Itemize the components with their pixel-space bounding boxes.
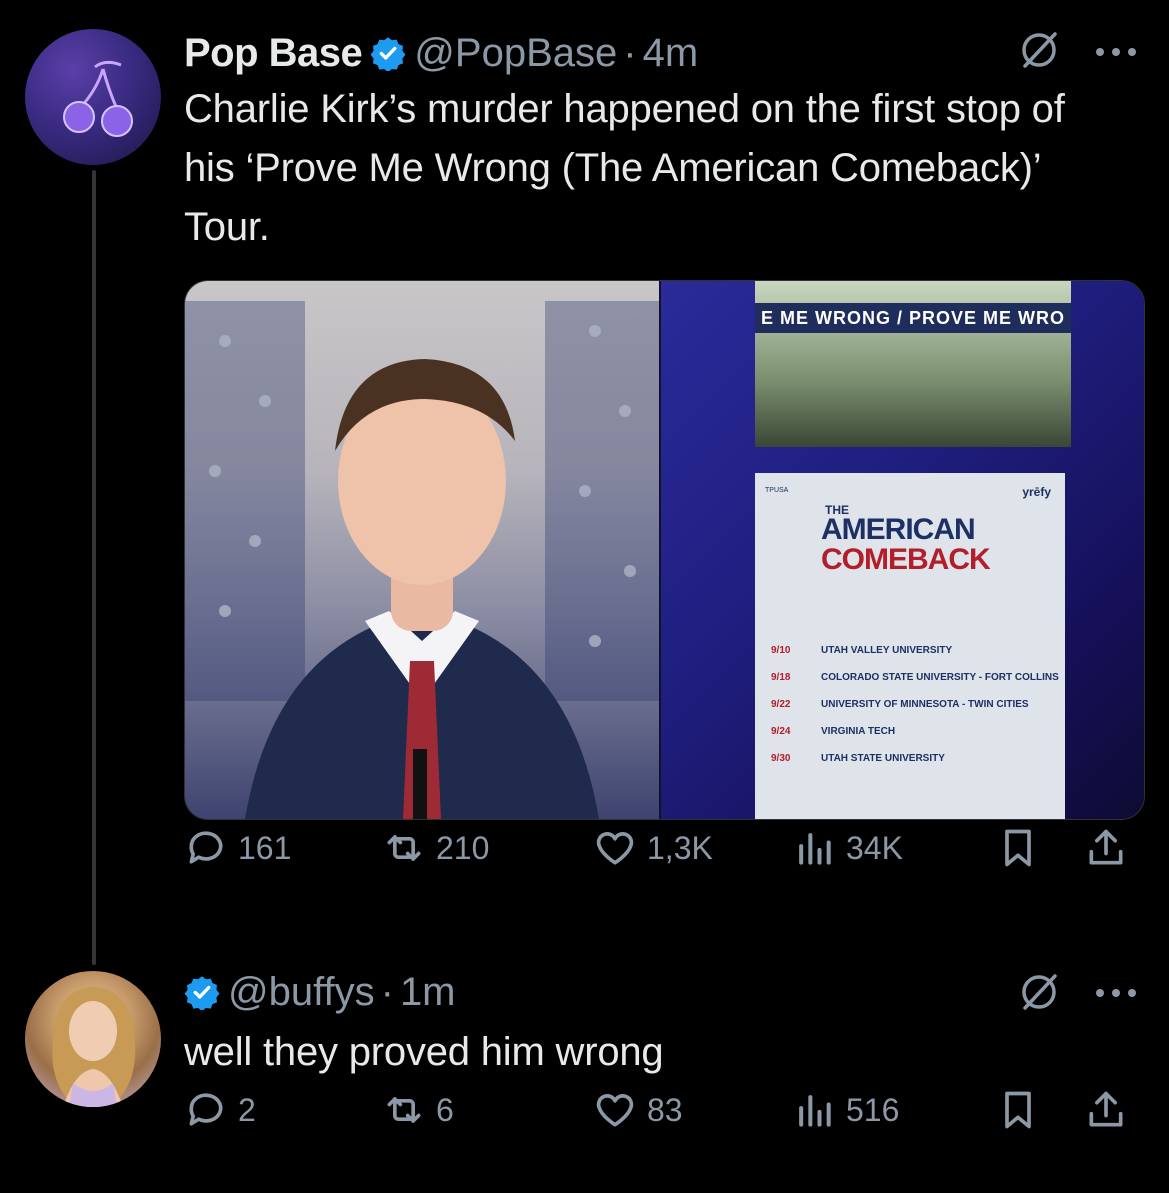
like-button[interactable]: 1,3K: [593, 826, 713, 870]
views-button[interactable]: 34K: [792, 826, 903, 870]
bookmark-icon: [1005, 1091, 1031, 1129]
reply-button[interactable]: 2: [184, 1088, 256, 1132]
share-icon: [1089, 829, 1123, 865]
flyer-brand: yrēfy: [1022, 485, 1051, 499]
user-handle[interactable]: @PopBase: [414, 31, 617, 76]
popbase-avatar[interactable]: [25, 29, 161, 165]
timestamp[interactable]: 4m: [643, 31, 699, 76]
reply-count: 161: [238, 829, 292, 866]
turning-point-logo: TPUSA: [765, 487, 789, 494]
timestamp[interactable]: 1m: [400, 970, 456, 1015]
reply-icon: [189, 1093, 223, 1126]
repost-button[interactable]: 6: [382, 1088, 454, 1132]
verified-badge-icon: [370, 37, 406, 71]
bookmark-button[interactable]: [996, 826, 1040, 870]
like-button[interactable]: 83: [593, 1088, 683, 1132]
cherry-logo-icon: [63, 60, 133, 137]
views-icon: [799, 1095, 831, 1127]
share-button[interactable]: [1084, 1088, 1128, 1132]
schedule-row: 9/22 UNIVERSITY OF MINNESOTA - TWIN CITIE…: [771, 699, 1029, 710]
reply-button[interactable]: 161: [184, 826, 291, 870]
views-icon: [799, 833, 831, 865]
tour-schedule: 9/10 UTAH VALLEY UNIVERSITY 9/18 COLORADO …: [771, 645, 1061, 780]
more-options-icon[interactable]: [1093, 45, 1139, 59]
view-count: 516: [846, 1091, 900, 1128]
tweet-header: Pop Base @PopBase · 4m: [184, 28, 698, 78]
like-count: 83: [647, 1091, 683, 1128]
flyer-title-american: AMERICAN: [821, 513, 976, 546]
tweet-text: Charlie Kirk’s murder happened on the fi…: [184, 87, 1065, 249]
repost-count: 6: [436, 1091, 454, 1128]
separator-dot: ·: [623, 30, 637, 75]
like-count: 1,3K: [647, 829, 713, 866]
views-button[interactable]: 516: [792, 1088, 899, 1132]
share-icon: [1089, 1091, 1123, 1127]
bookmark-button[interactable]: [996, 1088, 1040, 1132]
flyer-title-comeback: COMEBACK: [821, 543, 991, 576]
reply-icon: [189, 831, 223, 864]
separator-dot: ·: [380, 969, 394, 1014]
user-handle[interactable]: @buffys: [228, 970, 375, 1015]
display-name[interactable]: Pop Base: [184, 31, 363, 76]
reply-text: well they proved him wrong: [184, 1030, 664, 1074]
repost-icon: [387, 1097, 421, 1123]
tour-flyer: TPUSA yrēfy THE AMERICAN COMEBACK 9/10 UT…: [755, 473, 1065, 819]
buffys-avatar[interactable]: [25, 971, 161, 1107]
schedule-row: 9/30 UTAH STATE UNIVERSITY: [771, 753, 945, 764]
share-button[interactable]: [1084, 826, 1128, 870]
schedule-row: 9/10 UTAH VALLEY UNIVERSITY: [771, 645, 953, 656]
schedule-row: 9/18 COLORADO STATE UNIVERSITY - FORT COL…: [771, 672, 1059, 683]
tour-collage[interactable]: E ME WRONG / PROVE ME WRO TPUSA yrēfy TH…: [661, 281, 1144, 819]
event-photo: E ME WRONG / PROVE ME WRO: [755, 281, 1071, 447]
repost-icon: [387, 835, 421, 861]
flyer-title: AMERICAN COMEBACK: [821, 513, 991, 576]
verified-badge-icon: [184, 976, 220, 1010]
bookmark-icon: [1005, 829, 1031, 867]
reply-header: @buffys · 1m: [184, 967, 456, 1017]
grok-icon[interactable]: [1017, 28, 1061, 72]
portrait-photo[interactable]: [185, 281, 659, 819]
heart-icon: [596, 832, 634, 865]
grok-icon[interactable]: [1017, 970, 1061, 1014]
repost-button[interactable]: 210: [382, 826, 489, 870]
repost-count: 210: [436, 829, 490, 866]
heart-icon: [596, 1094, 634, 1127]
tweet-media[interactable]: E ME WRONG / PROVE ME WRO TPUSA yrēfy TH…: [184, 280, 1145, 820]
schedule-row: 9/24 VIRGINIA TECH: [771, 726, 896, 737]
thread-connector-line: [92, 170, 96, 965]
portrait-illustration: [185, 301, 659, 819]
more-options-icon[interactable]: [1093, 986, 1139, 1000]
reply-count: 2: [238, 1091, 256, 1128]
profile-photo-illustration: [52, 987, 136, 1107]
view-count: 34K: [846, 829, 903, 866]
tour-banner: E ME WRONG / PROVE ME WRO: [755, 303, 1071, 333]
